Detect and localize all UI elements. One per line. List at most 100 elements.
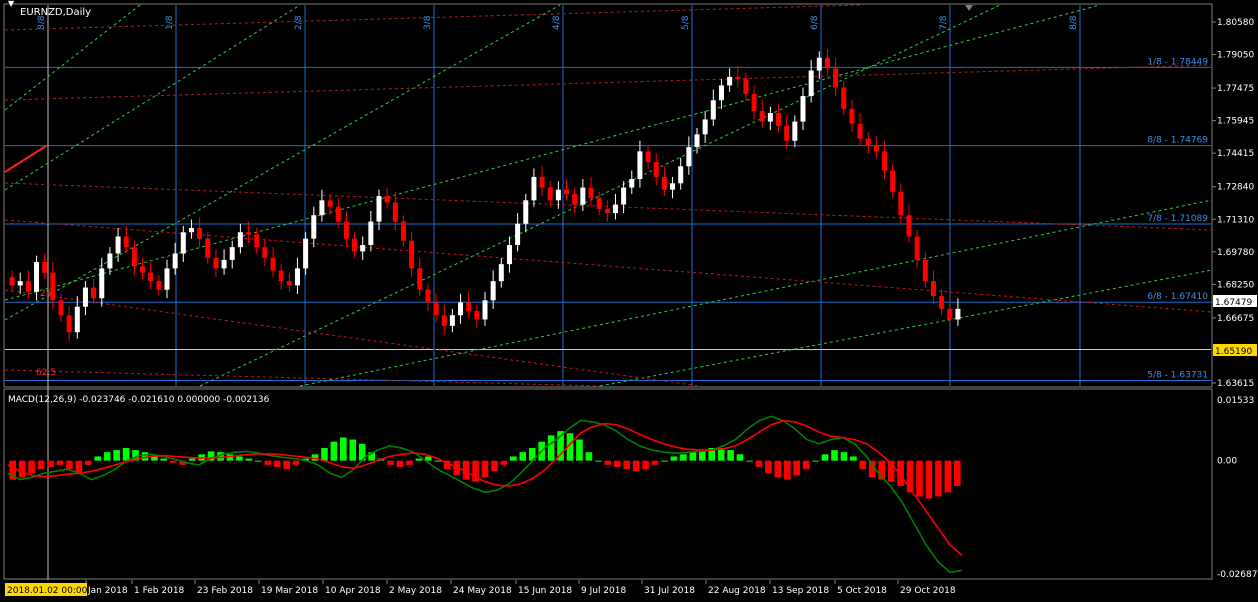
candle-body [816,57,822,71]
crosshair-time-text: 2018.01.02 00:00 [7,586,88,596]
macd-histogram-bar [953,460,961,486]
macd-histogram-bar [406,460,413,465]
macd-histogram-bar [613,460,621,467]
candle-body [849,108,855,124]
date-axis-label: 2 May 2018 [389,586,442,596]
candle-body [604,208,610,214]
macd-histogram-bar [736,454,744,461]
candle-body [653,162,659,177]
candle-body [466,302,472,311]
murrey-top-label: 7/8 [939,15,949,30]
macd-histogram-bar [94,456,102,461]
candle-body [482,300,488,320]
candle-body [539,176,545,188]
macd-histogram-bar [595,460,602,462]
date-axis-label: 1 Feb 2018 [134,586,185,596]
chart-title: EURNZD,Daily [20,7,91,18]
hline-price-text: 1.65190 [1215,347,1252,357]
candle-body [91,287,97,299]
date-axis-label: 10 Apr 2018 [325,586,381,596]
chart-window[interactable]: 8/8 1/8 2/8 3/8 4/8 5/8 6/8 7/8 8/81/8 - 1.78449… [0,0,1258,602]
candle-body [360,245,366,252]
candle-body [66,315,72,333]
chart-menu-icon[interactable]: ▼ [8,0,15,8]
macd-histogram-bar [18,460,26,478]
macd-histogram-bar [113,450,120,461]
macd-histogram-bar [859,460,867,470]
macd-label: MACD(12,26,9) -0.023746 -0.021610 0.0000… [8,395,270,405]
candle-body [449,315,455,326]
date-axis-label: 24 May 2018 [453,586,512,596]
candle-body [254,234,260,248]
candle-body [751,93,757,111]
candle-body [303,238,309,269]
price-axis-label: 1.79050 [1217,51,1254,61]
candle-body [417,268,423,290]
murrey-top-label: 5/8 [681,15,691,30]
candle-body [441,315,447,326]
murrey-level-label: 8/8 - 1.74769 [1147,136,1208,146]
candle-body [425,289,431,303]
window-background [0,0,1258,602]
macd-histogram-bar [396,460,404,467]
macd-histogram-bar [349,439,357,461]
price-axis-label: 1.75945 [1217,117,1254,127]
murrey-level-label: 5/8 - 1.63731 [1147,371,1208,381]
candle-body [164,268,170,290]
candle-body [800,96,806,122]
macd-histogram-bar [585,452,593,461]
macd-histogram-bar [321,447,328,461]
candle-body [172,253,178,269]
price-axis-label: 1.63615 [1217,379,1254,389]
date-axis-label: Jan 2018 [87,586,128,596]
candle-body [914,236,920,260]
price-axis-label: 1.66675 [1217,314,1254,324]
macd-histogram-bar [840,452,848,461]
candle-body [319,200,325,216]
date-axis-label: 19 Mar 2018 [261,586,318,596]
candle-body [197,227,203,239]
candle-body [58,300,64,316]
macd-histogram-bar [623,460,630,470]
candle-body [433,302,439,316]
murrey-top-label: 4/8 [552,15,562,30]
macd-histogram-bar [935,460,942,497]
candle-body [678,166,684,184]
date-axis-label: 22 Aug 2018 [708,586,766,596]
macd-axis-label: -0.026878 [1217,570,1258,580]
candle-body [221,259,227,269]
candle-body [743,79,749,94]
macd-histogram-bar [755,460,763,467]
candle-body [898,191,904,216]
macd-histogram-bar [632,460,640,472]
candle-body [294,268,300,286]
candle-body [547,187,553,201]
candle-body [148,272,154,282]
macd-histogram-bar [84,460,92,465]
candle-body [74,306,80,333]
candle-body [629,179,635,188]
macd-histogram-bar [500,460,508,465]
macd-histogram-bar [680,454,687,461]
macd-histogram-bar [103,452,111,461]
candle-body [776,113,782,126]
macd-histogram-bar [831,450,838,461]
macd-histogram-bar [812,460,819,462]
price-axis-label: 1.77475 [1217,84,1254,94]
macd-histogram-bar [264,460,272,465]
candle-body [205,238,211,258]
candle-body [531,176,537,201]
macd-histogram-bar [765,460,772,474]
candle-body [792,121,798,141]
macd-histogram-bar [387,460,394,465]
candle-body [99,268,105,299]
candle-body [580,187,586,205]
murrey-top-label: 1/8 [165,15,175,30]
candle-body [34,262,40,292]
candle-body [857,123,863,139]
candle-body [490,281,496,301]
candle-body [596,198,602,209]
candle-body [922,259,928,282]
price-axis-label: 1.68250 [1217,280,1254,290]
candle-body [123,236,129,248]
